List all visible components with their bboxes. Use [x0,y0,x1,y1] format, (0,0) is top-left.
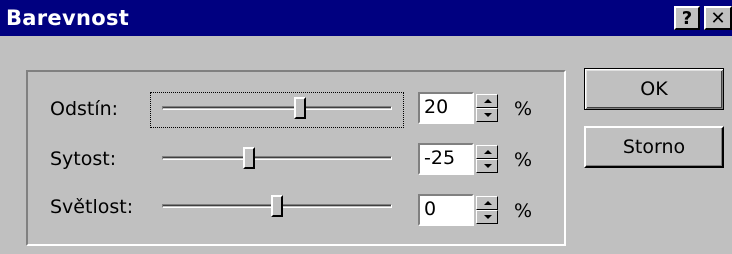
lightness-unit: % [514,200,533,222]
arrow-down-icon [484,164,492,168]
lightness-slider-thumb[interactable] [271,195,283,217]
hue-slider-focus [150,92,404,128]
hue-slider-thumb[interactable] [294,97,306,119]
hue-spinner[interactable] [476,94,498,122]
window-title: Barevnost [6,6,130,30]
saturation-slider-track[interactable] [162,156,392,160]
saturation-spin-up-button[interactable] [476,145,498,159]
help-icon: ? [681,7,693,29]
color-dialog: Barevnost ? ✕ Odstín: 20 % Sytost: -25 %… [0,0,732,254]
hue-slider-track[interactable] [162,106,392,110]
saturation-spinner[interactable] [476,145,498,173]
lightness-spin-down-button[interactable] [476,210,498,224]
help-button[interactable]: ? [674,6,700,30]
hue-value-input[interactable]: 20 [418,92,474,124]
arrow-up-icon [484,150,492,154]
saturation-slider-thumb[interactable] [243,147,256,169]
arrow-down-icon [484,113,492,117]
cancel-button[interactable]: Storno [584,126,724,168]
arrow-down-icon [484,215,492,219]
lightness-spinner[interactable] [476,196,498,224]
close-button[interactable]: ✕ [704,6,732,30]
close-icon: ✕ [710,7,726,29]
arrow-up-icon [484,99,492,103]
arrow-up-icon [484,201,492,205]
hue-spin-up-button[interactable] [476,94,498,108]
hue-label: Odstín: [50,98,119,120]
saturation-unit: % [514,149,533,171]
saturation-label: Sytost: [50,148,117,170]
ok-button[interactable]: OK [584,68,724,110]
saturation-value-input[interactable]: -25 [418,143,474,175]
hue-spin-down-button[interactable] [476,108,498,122]
lightness-label: Světlost: [50,196,134,218]
lightness-value-input[interactable]: 0 [418,194,474,226]
title-bar: Barevnost ? ✕ [0,0,732,36]
lightness-spin-up-button[interactable] [476,196,498,210]
saturation-spin-down-button[interactable] [476,159,498,173]
hue-unit: % [514,98,533,120]
